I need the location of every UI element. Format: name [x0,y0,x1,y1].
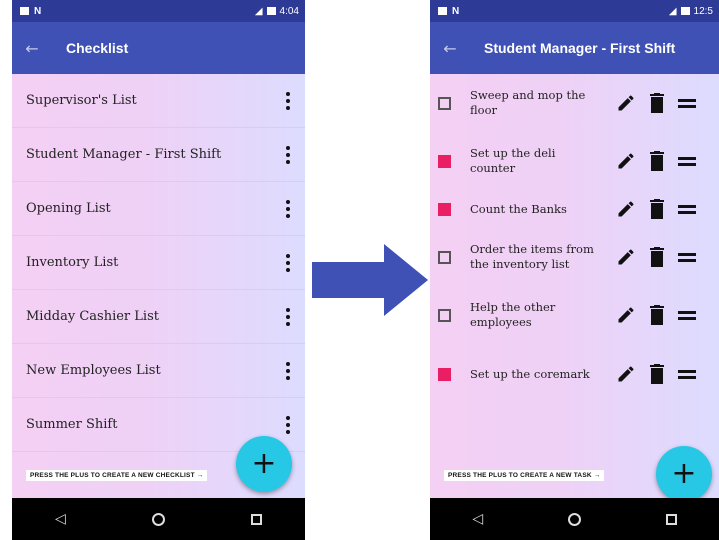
edit-pencil-icon[interactable] [616,151,636,171]
plus-icon: + [671,456,697,491]
plus-icon: + [251,446,277,481]
page-title: Student Manager - First Shift [484,40,676,56]
task-item: Order the items from the inventory list [430,228,719,286]
task-checkbox[interactable] [438,202,451,216]
overflow-menu-icon[interactable] [281,91,295,110]
checklist-list: Supervisor's List Student Manager - First… [12,74,305,498]
checklist-item[interactable]: Midday Cashier List [12,290,305,344]
task-checkbox[interactable] [438,154,451,168]
edit-pencil-icon[interactable] [616,199,636,219]
create-task-hint: PRESS THE PLUS TO CREATE A NEW TASK → [444,470,605,481]
app-bar: ← Student Manager - First Shift [430,22,719,74]
delete-trash-icon[interactable] [650,151,664,171]
task-checkbox[interactable] [438,308,451,322]
nav-home-icon[interactable] [151,512,165,526]
notification-icon [438,7,447,15]
task-checkbox[interactable] [438,367,451,381]
task-label: Set up the coremark [470,366,590,381]
delete-trash-icon[interactable] [650,364,664,384]
task-item: Count the Banks [430,190,719,228]
signal-icon: ◢ [668,5,677,17]
checklist-item-label: Summer Shift [26,417,118,432]
page-title: Checklist [66,40,129,56]
drag-handle-icon[interactable] [678,252,696,262]
drag-handle-icon[interactable] [678,310,696,320]
nav-back-icon[interactable]: ◁ [55,511,66,527]
drag-handle-icon[interactable] [678,204,696,214]
status-bar: N ◢ 12:5 [430,0,719,22]
status-time: 4:04 [279,5,299,17]
task-label: Help the other employees [470,300,556,329]
nfc-icon: N [34,5,42,17]
checklist-item-label: Inventory List [26,255,119,270]
task-label: Order the items from the inventory list [470,242,594,271]
task-item: Set up the coremark [430,344,719,404]
checklist-item[interactable]: New Employees List [12,344,305,398]
back-arrow-icon[interactable]: ← [430,39,470,58]
nfc-icon: N [452,5,460,17]
task-actions [616,93,696,113]
app-bar: ← Checklist [12,22,305,74]
task-label: Count the Banks [470,201,567,216]
checklist-item[interactable]: Inventory List [12,236,305,290]
task-actions [616,151,696,171]
nav-back-icon[interactable]: ◁ [472,511,483,527]
task-actions [616,247,696,267]
edit-pencil-icon[interactable] [616,247,636,267]
overflow-menu-icon[interactable] [281,145,295,164]
checklist-item[interactable]: Student Manager - First Shift [12,128,305,182]
task-screen: N ◢ 12:5 ← Student Manager - First Shift… [430,0,719,540]
battery-icon [680,7,690,15]
status-bar: N ◢ 4:04 [12,0,305,22]
task-actions [616,364,696,384]
checklist-item[interactable]: Opening List [12,182,305,236]
overflow-menu-icon[interactable] [281,199,295,218]
overflow-menu-icon[interactable] [281,415,295,434]
add-checklist-button[interactable]: + [236,436,292,492]
task-actions [616,199,696,219]
checklist-item-label: Supervisor's List [26,93,137,108]
task-list: Sweep and mop the floor Set up the deli c… [430,74,719,502]
nav-home-icon[interactable] [567,512,581,526]
delete-trash-icon[interactable] [650,305,664,325]
drag-handle-icon[interactable] [678,156,696,166]
checklist-item-label: New Employees List [26,363,161,378]
overflow-menu-icon[interactable] [281,361,295,380]
delete-trash-icon[interactable] [650,93,664,113]
android-nav-bar: ◁ [430,498,719,540]
delete-trash-icon[interactable] [650,199,664,219]
edit-pencil-icon[interactable] [616,93,636,113]
task-checkbox[interactable] [438,96,451,110]
edit-pencil-icon[interactable] [616,305,636,325]
task-label: Set up the deli counter [470,146,556,175]
task-item: Set up the deli counter [430,132,719,190]
task-label: Sweep and mop the floor [470,88,586,117]
drag-handle-icon[interactable] [678,98,696,108]
checklist-item[interactable]: Supervisor's List [12,74,305,128]
drag-handle-icon[interactable] [678,369,696,379]
overflow-menu-icon[interactable] [281,253,295,272]
signal-icon: ◢ [254,5,263,17]
android-nav-bar: ◁ [12,498,305,540]
checklist-item-label: Opening List [26,201,111,216]
task-item: Sweep and mop the floor [430,74,719,132]
task-checkbox[interactable] [438,250,451,264]
overflow-menu-icon[interactable] [281,307,295,326]
checklist-screen: N ◢ 4:04 ← Checklist Supervisor's List St… [12,0,305,540]
add-task-button[interactable]: + [656,446,712,502]
battery-icon [266,7,276,15]
delete-trash-icon[interactable] [650,247,664,267]
transition-arrow-icon [312,244,428,316]
nav-recents-icon[interactable] [250,513,262,525]
edit-pencil-icon[interactable] [616,364,636,384]
task-item: Help the other employees [430,286,719,344]
notification-icon [20,7,29,15]
checklist-item-label: Midday Cashier List [26,309,159,324]
back-arrow-icon[interactable]: ← [12,39,52,58]
create-checklist-hint: PRESS THE PLUS TO CREATE A NEW CHECKLIST… [26,470,208,481]
task-actions [616,305,696,325]
checklist-item-label: Student Manager - First Shift [26,147,222,162]
status-time: 12:5 [693,5,713,17]
nav-recents-icon[interactable] [665,513,677,525]
